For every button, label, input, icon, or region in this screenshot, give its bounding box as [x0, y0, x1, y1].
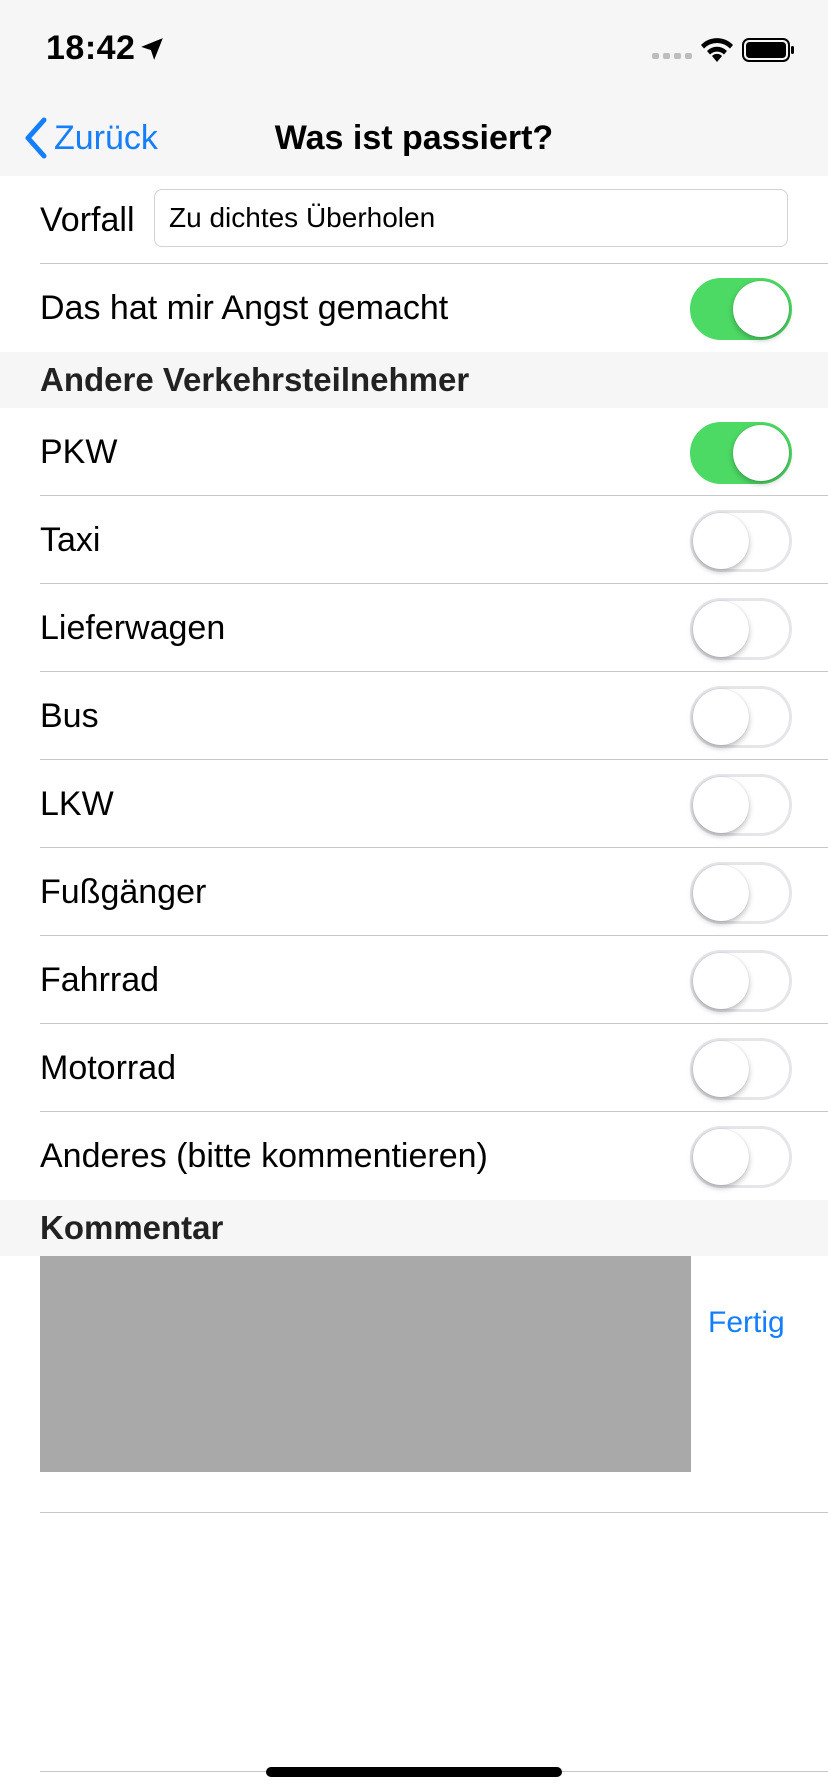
- participant-row-lkw: LKW: [0, 760, 828, 848]
- row-separator: [40, 1512, 828, 1513]
- participant-label: LKW: [40, 784, 114, 823]
- scared-label: Das hat mir Angst gemacht: [40, 288, 449, 327]
- toggle-knob: [693, 513, 749, 569]
- home-indicator[interactable]: [266, 1767, 562, 1777]
- battery-icon: [742, 38, 794, 62]
- comment-textarea[interactable]: [40, 1256, 691, 1472]
- pkw-toggle[interactable]: [690, 422, 792, 484]
- bus-toggle[interactable]: [690, 686, 792, 748]
- page-title: Was ist passiert?: [274, 118, 554, 157]
- incident-row: Vorfall Zu dichtes Überholen: [0, 176, 828, 264]
- done-button[interactable]: Fertig: [708, 1306, 785, 1348]
- section-title-comment: Kommentar: [40, 1209, 224, 1246]
- incident-field[interactable]: Zu dichtes Überholen: [154, 189, 788, 247]
- cellular-signal-icon: [652, 53, 692, 59]
- fahrrad-toggle[interactable]: [690, 950, 792, 1012]
- section-title-participants: Andere Verkehrsteilnehmer: [40, 361, 470, 398]
- incident-label: Vorfall: [40, 200, 135, 239]
- toggle-knob: [693, 1129, 749, 1185]
- anderes-toggle[interactable]: [690, 1126, 792, 1188]
- participant-row-fahrrad: Fahrrad: [0, 936, 828, 1024]
- toggle-knob: [733, 281, 789, 337]
- lkw-toggle[interactable]: [690, 774, 792, 836]
- lieferwagen-toggle[interactable]: [690, 598, 792, 660]
- location-arrow-icon: [141, 38, 163, 60]
- participant-row-fussgaenger: Fußgänger: [0, 848, 828, 936]
- motorrad-toggle[interactable]: [690, 1038, 792, 1100]
- participant-row-taxi: Taxi: [0, 496, 828, 584]
- toggle-knob: [693, 953, 749, 1009]
- participant-label: Bus: [40, 696, 99, 735]
- participant-label: Anderes (bitte kommentieren): [40, 1136, 488, 1175]
- status-bar: 18:42: [0, 0, 828, 100]
- toggle-knob: [693, 777, 749, 833]
- section-header-participants: Andere Verkehrsteilnehmer: [0, 352, 828, 408]
- participant-label: Fußgänger: [40, 872, 207, 911]
- participant-label: Motorrad: [40, 1048, 177, 1087]
- scared-row: Das hat mir Angst gemacht: [0, 264, 828, 352]
- section-header-comment: Kommentar: [0, 1200, 828, 1256]
- scared-toggle[interactable]: [690, 278, 792, 340]
- toggle-knob: [693, 1041, 749, 1097]
- participant-label: Taxi: [40, 520, 101, 559]
- participant-label: PKW: [40, 432, 118, 471]
- participant-row-bus: Bus: [0, 672, 828, 760]
- navigation-bar: Zurück Was ist passiert?: [0, 100, 828, 177]
- participant-row-anderes: Anderes (bitte kommentieren): [0, 1112, 828, 1200]
- wifi-icon: [701, 38, 733, 62]
- participant-label: Lieferwagen: [40, 608, 226, 647]
- toggle-knob: [693, 865, 749, 921]
- participant-row-pkw: PKW: [0, 408, 828, 496]
- fussgaenger-toggle[interactable]: [690, 862, 792, 924]
- toggle-knob: [733, 425, 789, 481]
- participant-row-lieferwagen: Lieferwagen: [0, 584, 828, 672]
- participant-row-motorrad: Motorrad: [0, 1024, 828, 1112]
- participant-label: Fahrrad: [40, 960, 160, 999]
- toggle-knob: [693, 689, 749, 745]
- status-time: 18:42: [46, 29, 136, 67]
- taxi-toggle[interactable]: [690, 510, 792, 572]
- toggle-knob: [693, 601, 749, 657]
